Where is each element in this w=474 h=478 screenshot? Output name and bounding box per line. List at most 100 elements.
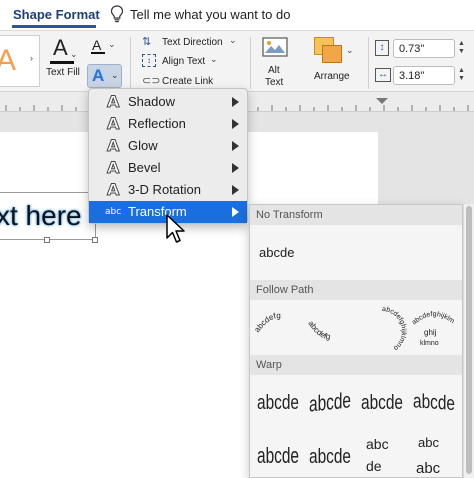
mouse-pointer-icon [166,214,185,243]
follow-path-text: abcdefghijklmno [382,306,407,352]
text-fill-chevron-icon[interactable]: ⌄ [70,49,78,60]
svg-text:abcdefg: abcdefg [254,311,281,334]
warp-button-option[interactable]: abc abc [410,433,458,477]
ribbon-separator [130,37,131,89]
reflection-effect-icon: A [106,114,120,134]
warp-circle-option[interactable]: abc de [358,433,406,477]
warp-sample-text: abcde [413,390,455,415]
svg-text:ghij: ghij [424,328,437,337]
menu-item-label: Shadow [128,94,175,109]
warp-chevron-option[interactable]: abcde [410,383,458,419]
menu-item-label: Bevel [128,160,161,175]
warp-triangle-down-option[interactable]: abcde [358,383,406,419]
text-outline-button[interactable]: A ⌄ [90,37,118,59]
menu-item-bevel[interactable]: A Bevel [89,157,247,179]
menu-item-shadow[interactable]: A Shadow [89,91,247,113]
shape-width-stepper[interactable]: ▲ ▼ [458,67,468,85]
text-fill-color-bar [50,61,74,64]
menu-item-3d-rotation[interactable]: A 3-D Rotation [89,179,247,201]
warp-sample-text: abcde [309,387,351,416]
submenu-arrow-icon [232,97,239,107]
resize-handle[interactable] [44,237,50,243]
submenu-arrow-icon [232,163,239,173]
arrange-chevron-icon: ⌄ [346,45,354,55]
gallery-scroll-icon[interactable]: › [30,53,33,63]
alt-text-icon [262,37,288,57]
svg-text:abc: abc [416,460,441,477]
submenu-arrow-icon [232,185,239,195]
warp-square-option[interactable]: abcde [254,383,302,419]
gallery-section-header: Warp [250,355,462,375]
svg-text:klmno: klmno [420,340,439,347]
3d-rotation-effect-icon: A [106,180,120,200]
ribbon-separator [368,37,369,89]
shape-height-icon: ↕ [375,40,389,56]
follow-path-arch-down-option[interactable]: abcdefg [304,309,354,359]
text-effects-button[interactable]: A ⌄ [87,64,122,88]
follow-path-text: abcdefg [254,311,281,334]
text-effects-a-icon: A [92,66,105,85]
align-text-chevron-icon: ⌄ [210,54,218,64]
follow-path-circle-option[interactable]: abcdefghijklmno [356,305,408,357]
align-text-button[interactable]: ↕ Align Text ⌄ [140,54,240,71]
warp-arch-down-option[interactable]: abcde [306,435,354,475]
shape-width-icon: ↔ [375,68,391,82]
transform-gallery: No Transform abcde Follow Path abcdefg a… [249,204,463,478]
follow-path-button-option[interactable]: abcdefghijklmno ghij klmno [408,305,460,357]
resize-handle[interactable] [92,237,98,243]
submenu-arrow-icon [232,141,239,151]
text-outline-color-bar [91,52,105,54]
lightbulb-icon [110,5,124,23]
shape-width-input[interactable]: 3.18" [393,66,455,85]
warp-sample-text: abcde [257,392,299,414]
shape-height-stepper[interactable]: ▲ ▼ [458,40,468,58]
wordart-style-gallery[interactable]: A [0,35,40,87]
active-tab-indicator [12,25,96,28]
tab-bar: Shape Format Tell me what you want to do [0,0,474,30]
text-fill-label: Text Fill [46,67,80,78]
gallery-scrollbar-thumb[interactable] [466,206,472,474]
no-transform-option[interactable]: abcde [259,245,294,260]
tell-me-search[interactable]: Tell me what you want to do [130,7,290,22]
create-link-label: Create Link [162,76,214,87]
shadow-effect-icon: A [106,92,120,112]
menu-item-glow[interactable]: A Glow [89,135,247,157]
menu-item-reflection[interactable]: A Reflection [89,113,247,135]
svg-text:abcdefghijklmno: abcdefghijklmno [382,306,407,352]
tab-shape-format[interactable]: Shape Format [13,7,100,22]
link-icon: ⊂⊃ [142,75,161,87]
warp-arch-up-option[interactable]: abcde [254,435,302,475]
bevel-effect-icon: A [106,158,120,178]
follow-path-arch-up-option[interactable]: abcdefg [254,303,304,353]
text-outline-chevron-icon: ⌄ [108,39,116,49]
text-outline-a-icon: A [92,37,102,53]
menu-item-label: Glow [128,138,158,153]
alt-text-label-line2: Text [265,77,284,88]
text-effects-chevron-icon: ⌄ [111,70,119,80]
gallery-section-header: No Transform [250,205,462,225]
alt-text-button[interactable]: Alt Text [256,35,294,91]
svg-text:abc: abc [366,436,389,452]
text-direction-icon: ⇅ [142,36,152,48]
svg-text:abcdefghijklmno: abcdefghijklmno [408,305,456,326]
follow-path-text: abcdefghijklmno [408,305,456,326]
text-box-content[interactable]: xt here [0,200,82,232]
alt-text-label-line1: Alt [268,65,280,76]
ribbon: A › A Text Fill ⌄ A ⌄ A ⌄ ⇅ Text Directi… [0,30,474,92]
warp-triangle-up-option[interactable]: abcde [306,383,354,419]
text-direction-button[interactable]: ⇅ Text Direction ⌄ [140,35,240,51]
warp-sample-text: abcde [361,392,403,414]
warp-sample-text: abcde [257,443,299,468]
shape-height-value: 0.73" [399,43,425,55]
shape-height-input[interactable]: 0.73" [393,39,455,58]
gallery-section-header: Follow Path [250,280,462,300]
ribbon-separator [250,37,251,89]
svg-text:abc: abc [418,435,439,450]
text-effects-menu: A Shadow A Reflection A Glow A Bevel A 3… [88,88,248,224]
menu-item-label: Reflection [128,116,186,131]
transform-effect-icon: abc [105,207,122,217]
wordart-orange-sample-icon: A [0,44,17,77]
arrange-button[interactable]: ⌄ Arrange [306,35,364,85]
submenu-arrow-icon [232,207,239,217]
align-text-icon: ↕ [142,54,156,67]
